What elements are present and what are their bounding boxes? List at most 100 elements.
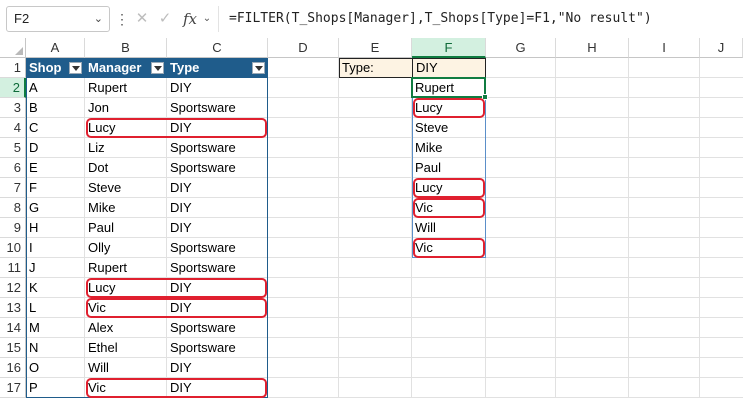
- row-header-11[interactable]: 11: [0, 258, 26, 278]
- table-cell[interactable]: Steve: [85, 178, 167, 198]
- row-header-13[interactable]: 13: [0, 298, 26, 318]
- table-cell[interactable]: J: [26, 258, 85, 278]
- highlight-circle: [86, 378, 267, 398]
- table-cell[interactable]: Dot: [85, 158, 167, 178]
- gridline-vertical: [628, 58, 629, 398]
- table-cell[interactable]: A: [26, 78, 85, 98]
- table-cell[interactable]: Alex: [85, 318, 167, 338]
- row-header-1[interactable]: 1: [0, 58, 26, 78]
- table-cell[interactable]: B: [26, 98, 85, 118]
- table-cell[interactable]: P: [26, 378, 85, 398]
- column-header-e[interactable]: E: [339, 38, 412, 58]
- result-cell[interactable]: Paul: [412, 158, 486, 178]
- column-header-d[interactable]: D: [268, 38, 339, 58]
- criteria-value-input[interactable]: DIY: [412, 58, 486, 78]
- filter-dropdown-icon[interactable]: [69, 62, 82, 74]
- table-cell[interactable]: K: [26, 278, 85, 298]
- row-header-14[interactable]: 14: [0, 318, 26, 338]
- table-cell[interactable]: Sportsware: [167, 158, 268, 178]
- table-cell[interactable]: M: [26, 318, 85, 338]
- active-cell[interactable]: [411, 77, 486, 98]
- select-all-corner[interactable]: [0, 38, 26, 58]
- table-cell[interactable]: Sportsware: [167, 98, 268, 118]
- row-header-16[interactable]: 16: [0, 358, 26, 378]
- table-cell[interactable]: Ethel: [85, 338, 167, 358]
- result-cell[interactable]: Steve: [412, 118, 486, 138]
- column-header-g[interactable]: G: [486, 38, 556, 58]
- table-cell[interactable]: F: [26, 178, 85, 198]
- table-cell[interactable]: Sportsware: [167, 138, 268, 158]
- highlight-circle: [413, 98, 485, 118]
- highlight-circle: [413, 238, 485, 258]
- highlight-circle: [413, 178, 485, 198]
- result-cell[interactable]: Will: [412, 218, 486, 238]
- table-cell[interactable]: Rupert: [85, 78, 167, 98]
- table-cell[interactable]: N: [26, 338, 85, 358]
- highlight-circle: [86, 278, 267, 298]
- table-cell[interactable]: Olly: [85, 238, 167, 258]
- gridline-vertical: [338, 58, 339, 398]
- table-cell[interactable]: DIY: [167, 358, 268, 378]
- gridline-vertical: [699, 58, 700, 398]
- highlight-circle: [413, 198, 485, 218]
- table-cell[interactable]: Paul: [85, 218, 167, 238]
- table-cell[interactable]: H: [26, 218, 85, 238]
- table-cell[interactable]: DIY: [167, 78, 268, 98]
- table-cell[interactable]: Sportsware: [167, 258, 268, 278]
- row-header-8[interactable]: 8: [0, 198, 26, 218]
- column-header-f[interactable]: F: [412, 38, 486, 58]
- chevron-down-icon[interactable]: ⌄: [94, 7, 103, 31]
- highlight-circle: [86, 298, 267, 318]
- table-cell[interactable]: C: [26, 118, 85, 138]
- row-header-2[interactable]: 2: [0, 78, 26, 98]
- row-header-7[interactable]: 7: [0, 178, 26, 198]
- table-cell[interactable]: D: [26, 138, 85, 158]
- column-header-c[interactable]: C: [167, 38, 268, 58]
- row-header-9[interactable]: 9: [0, 218, 26, 238]
- table-cell[interactable]: O: [26, 358, 85, 378]
- row-header-4[interactable]: 4: [0, 118, 26, 138]
- name-box[interactable]: F2 ⌄: [6, 6, 110, 32]
- table-cell[interactable]: Will: [85, 358, 167, 378]
- cancel-icon[interactable]: ✕: [132, 6, 152, 32]
- more-options-icon[interactable]: ⋮: [115, 6, 129, 32]
- result-cell[interactable]: Mike: [412, 138, 486, 158]
- table-cell[interactable]: DIY: [167, 218, 268, 238]
- column-header-b[interactable]: B: [85, 38, 167, 58]
- name-box-value: F2: [14, 11, 30, 26]
- column-header-i[interactable]: I: [629, 38, 700, 58]
- table-cell[interactable]: Jon: [85, 98, 167, 118]
- gridline-vertical: [555, 58, 556, 398]
- table-cell[interactable]: G: [26, 198, 85, 218]
- criteria-label[interactable]: Type:: [339, 58, 412, 78]
- worksheet-grid[interactable]: A B C D E F G H I J 1 2 3 4 5 6 7 8 9 10 11 12 13 14 15 16 17 Shop M…: [0, 38, 743, 405]
- table-cell[interactable]: L: [26, 298, 85, 318]
- row-header-6[interactable]: 6: [0, 158, 26, 178]
- highlight-circle: [86, 118, 267, 138]
- insert-function-icon[interactable]: fx: [181, 6, 199, 32]
- table-cell[interactable]: I: [26, 238, 85, 258]
- table-cell[interactable]: Mike: [85, 198, 167, 218]
- table-cell[interactable]: DIY: [167, 178, 268, 198]
- table-cell[interactable]: Liz: [85, 138, 167, 158]
- row-header-15[interactable]: 15: [0, 338, 26, 358]
- table-cell[interactable]: Sportsware: [167, 318, 268, 338]
- column-header-j[interactable]: J: [700, 38, 743, 58]
- table-cell[interactable]: DIY: [167, 198, 268, 218]
- column-header-a[interactable]: A: [26, 38, 85, 58]
- row-header-12[interactable]: 12: [0, 278, 26, 298]
- filter-dropdown-icon[interactable]: [252, 62, 265, 74]
- row-header-10[interactable]: 10: [0, 238, 26, 258]
- row-header-3[interactable]: 3: [0, 98, 26, 118]
- table-cell[interactable]: Sportsware: [167, 238, 268, 258]
- row-header-5[interactable]: 5: [0, 138, 26, 158]
- table-cell[interactable]: Rupert: [85, 258, 167, 278]
- formula-input[interactable]: =FILTER(T_Shops[Manager],T_Shops[Type]=F…: [218, 6, 743, 32]
- function-dropdown-icon[interactable]: ⌄: [200, 6, 214, 32]
- enter-icon[interactable]: ✓: [155, 6, 175, 32]
- row-header-17[interactable]: 17: [0, 378, 26, 398]
- table-cell[interactable]: Sportsware: [167, 338, 268, 358]
- filter-dropdown-icon[interactable]: [151, 62, 164, 74]
- column-header-h[interactable]: H: [556, 38, 629, 58]
- table-cell[interactable]: E: [26, 158, 85, 178]
